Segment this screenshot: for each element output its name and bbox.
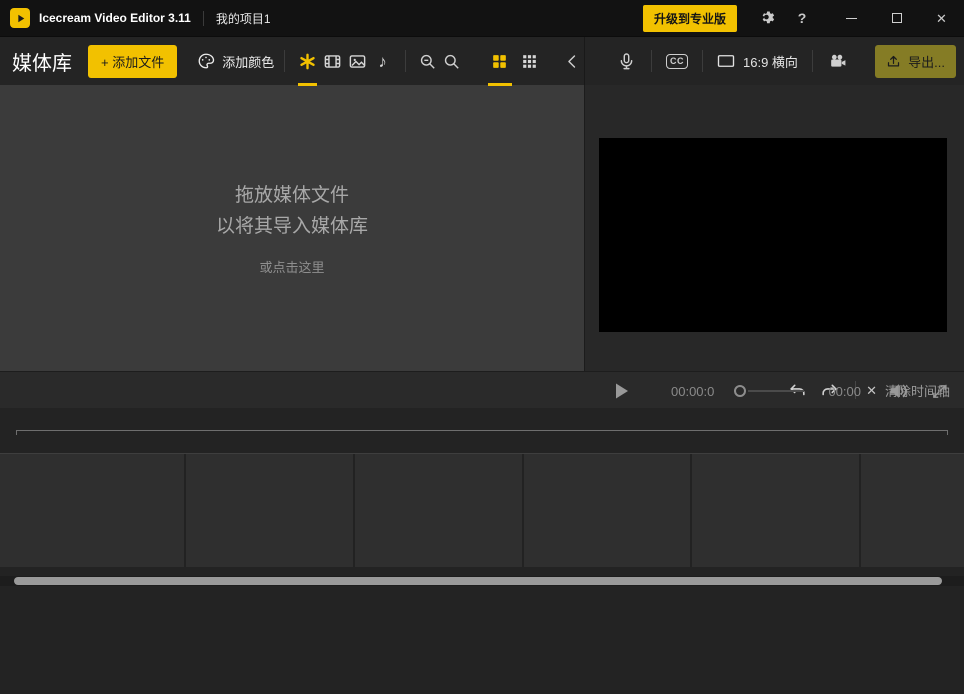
toolbar: 媒体库 + 添加文件 添加颜色 xyxy=(0,36,964,85)
preview-panel: 00:00:0 00:00 xyxy=(585,85,964,371)
track-divider xyxy=(184,454,186,567)
camera-button[interactable] xyxy=(823,37,853,86)
titlebar-actions: 升级到专业版 ? ✕ xyxy=(643,0,964,36)
track-divider xyxy=(522,454,524,567)
seek-handle[interactable] xyxy=(734,385,746,397)
add-color-button[interactable]: 添加颜色 xyxy=(197,52,274,71)
dropzone-text-line2: 以将其导入媒体库 xyxy=(216,211,368,242)
scrollbar-thumb[interactable] xyxy=(14,577,942,585)
toolbar-divider xyxy=(284,50,285,72)
toolbar-divider xyxy=(651,50,652,72)
view-toggle xyxy=(485,37,545,86)
total-duration: 00:00 xyxy=(828,384,861,399)
asterisk-icon xyxy=(298,52,317,71)
add-file-button[interactable]: + 添加文件 xyxy=(88,45,177,78)
upload-icon xyxy=(886,54,901,69)
microphone-icon xyxy=(617,52,636,71)
aspect-ratio-icon xyxy=(717,54,735,68)
subtitles-button[interactable]: CC xyxy=(662,37,692,86)
search-icon xyxy=(442,52,461,71)
timeline-ruler xyxy=(16,430,948,435)
grid-large-icon xyxy=(490,52,509,71)
maximize-button[interactable] xyxy=(874,0,919,36)
export-label: 导出... xyxy=(908,52,945,71)
music-note-icon: ♪ xyxy=(378,53,387,70)
media-library-title: 媒体库 xyxy=(12,47,72,76)
playback-controls: 00:00:0 00:00 xyxy=(601,373,948,409)
view-large-grid-button[interactable] xyxy=(485,37,515,86)
preview-toolbar: CC 16:9 横向 导出... xyxy=(585,37,964,85)
track-divider xyxy=(690,454,692,567)
add-color-label: 添加颜色 xyxy=(222,52,274,71)
settings-button[interactable] xyxy=(751,0,785,36)
dropzone-text-line1: 拖放媒体文件 xyxy=(235,180,349,211)
upgrade-button[interactable]: 升级到专业版 xyxy=(643,5,737,32)
play-icon xyxy=(609,379,633,403)
grid-small-icon xyxy=(520,52,539,71)
chevron-left-icon xyxy=(563,52,582,71)
maximize-icon xyxy=(892,13,902,23)
palette-icon xyxy=(197,52,215,70)
help-icon: ? xyxy=(798,10,807,26)
media-filter-videos[interactable] xyxy=(320,37,345,86)
film-icon xyxy=(323,52,342,71)
fullscreen-button[interactable] xyxy=(931,383,948,400)
timeline-scrollbar[interactable] xyxy=(0,576,964,586)
image-icon xyxy=(348,52,367,71)
titlebar: Icecream Video Editor 3.11 我的项目1 升级到专业版 … xyxy=(0,0,964,36)
seek-slider[interactable] xyxy=(734,385,804,397)
close-button[interactable]: ✕ xyxy=(919,0,964,36)
volume-button[interactable] xyxy=(887,380,909,402)
main-area: 拖放媒体文件 以将其导入媒体库 或点击这里 00:00:0 00:00 xyxy=(0,85,964,371)
play-button[interactable] xyxy=(609,379,633,403)
minimize-icon xyxy=(846,18,857,19)
toolbar-divider xyxy=(702,50,703,72)
toolbar-divider xyxy=(405,50,406,72)
volume-icon xyxy=(887,380,909,402)
toolbar-divider xyxy=(812,50,813,72)
app-window: Icecream Video Editor 3.11 我的项目1 升级到专业版 … xyxy=(0,0,964,694)
app-title: Icecream Video Editor 3.11 xyxy=(39,11,191,25)
current-time: 00:00:0 xyxy=(671,384,714,399)
zoom-button[interactable] xyxy=(416,37,439,86)
track-divider xyxy=(859,454,861,567)
timeline-track-area[interactable] xyxy=(0,453,964,567)
cc-icon: CC xyxy=(666,54,688,69)
seek-track xyxy=(748,390,804,392)
media-library-toolbar: 媒体库 + 添加文件 添加颜色 xyxy=(0,37,585,85)
gear-icon xyxy=(760,10,776,26)
media-library-dropzone[interactable]: 拖放媒体文件 以将其导入媒体库 或点击这里 xyxy=(0,85,585,371)
timeline-panel xyxy=(0,408,964,694)
project-name: 我的项目1 xyxy=(216,10,271,27)
video-preview xyxy=(599,138,947,332)
app-logo-icon xyxy=(10,8,30,28)
aspect-ratio-button[interactable]: 16:9 横向 xyxy=(713,52,802,71)
export-button[interactable]: 导出... xyxy=(875,45,956,78)
media-filter-images[interactable] xyxy=(345,37,370,86)
aspect-ratio-label: 16:9 横向 xyxy=(743,52,798,71)
play-logo-glyph xyxy=(14,12,27,25)
search-button[interactable] xyxy=(439,37,462,86)
minimize-button[interactable] xyxy=(829,0,874,36)
collapse-panel-button[interactable] xyxy=(561,37,584,86)
titlebar-divider xyxy=(203,11,204,26)
media-filter-all[interactable] xyxy=(295,37,320,86)
view-small-grid-button[interactable] xyxy=(515,37,545,86)
zoom-out-icon xyxy=(418,52,437,71)
close-icon: ✕ xyxy=(936,12,947,25)
track-divider xyxy=(353,454,355,567)
voiceover-button[interactable] xyxy=(611,37,641,86)
fullscreen-icon xyxy=(931,383,948,400)
dropzone-hint: 或点击这里 xyxy=(259,257,324,276)
video-camera-icon xyxy=(828,52,847,71)
media-filter-audio[interactable]: ♪ xyxy=(370,37,395,86)
help-button[interactable]: ? xyxy=(785,0,819,36)
